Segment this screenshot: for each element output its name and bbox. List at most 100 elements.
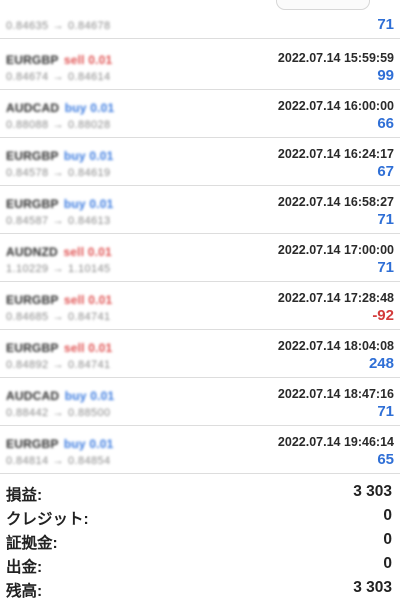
close-price: 0.88028	[67, 119, 111, 131]
trade-date: 2022.07.14 16:58:27	[277, 195, 394, 209]
trade-prices: 0.88088 → 0.88028	[6, 119, 111, 131]
trade-pair: AUDNZD	[6, 245, 58, 259]
open-price: 0.88442	[6, 407, 49, 419]
trade-row[interactable]: EURGBP sell 0.01 0.84892 → 0.84741 2022.07.1…	[0, 331, 400, 378]
close-price: 0.88500	[67, 407, 111, 419]
trade-pair: EURGBP	[6, 197, 59, 211]
trade-profit: 66	[377, 115, 394, 132]
open-price: 0.84635	[6, 20, 49, 32]
trade-row[interactable]: AUDCAD buy 0.01 0.88442 → 0.88500 2022.07.14…	[0, 379, 400, 426]
trade-row[interactable]: AUDNZD sell 0.01 1.10229 → 1.10145 2022.07.1…	[0, 235, 400, 282]
arrow-icon: →	[52, 359, 64, 371]
trade-row[interactable]: EURGBP sell 0.01 0.84685 → 0.84741 2022.07.1…	[0, 283, 400, 330]
trade-prices: 0.84814 → 0.84854	[6, 455, 111, 467]
trade-symbol: AUDCAD buy 0.01	[6, 389, 114, 403]
arrow-icon: →	[52, 119, 64, 131]
arrow-icon: →	[52, 20, 64, 32]
trade-symbol: EURGBP sell 0.01	[6, 341, 112, 355]
trade-row[interactable]: AUDCAD buy 0.01 0.88088 → 0.88028 2022.07.14…	[0, 91, 400, 138]
close-price: 0.84614	[67, 71, 111, 83]
trade-type: sell 0.01	[63, 245, 112, 259]
withdraw-value: 0	[383, 555, 392, 572]
summary-row-balance: 残高: 3 303	[0, 576, 400, 600]
trade-type: sell 0.01	[63, 53, 113, 67]
close-price: 0.84741	[67, 311, 111, 323]
trade-profit: 71	[377, 16, 394, 33]
summary-row-margin: 証拠金: 0	[0, 528, 400, 552]
trade-pair: EURGBP	[6, 293, 59, 307]
trade-date: 2022.07.14 17:28:48	[277, 291, 394, 305]
trade-row[interactable]: 0.84635 → 0.84678 71	[0, 0, 400, 39]
close-price: 0.84678	[67, 20, 111, 32]
withdraw-label: 出金:	[6, 559, 43, 576]
credit-label: クレジット:	[6, 511, 89, 528]
open-price: 0.84685	[6, 311, 49, 323]
close-price: 0.84613	[67, 215, 111, 227]
pnl-value: 3 303	[353, 483, 392, 500]
open-price: 0.88088	[6, 119, 49, 131]
close-price: 0.84741	[67, 359, 111, 371]
open-price: 0.84578	[6, 167, 49, 179]
trade-symbol: EURGBP sell 0.01	[6, 53, 112, 67]
arrow-icon: →	[52, 455, 64, 467]
trade-pair: EURGBP	[6, 341, 59, 355]
trade-row[interactable]: EURGBP buy 0.01 0.84578 → 0.84619 2022.07.14…	[0, 139, 400, 186]
trade-prices: 0.84578 → 0.84619	[6, 167, 111, 179]
open-price: 1.10229	[6, 263, 49, 275]
close-price: 0.84854	[67, 455, 111, 467]
trade-profit: 71	[377, 211, 394, 228]
trade-prices: 0.84587 → 0.84613	[6, 215, 111, 227]
trade-date: 2022.07.14 17:00:00	[277, 243, 394, 257]
trade-row[interactable]: EURGBP buy 0.01 0.84814 → 0.84854 2022.07.14…	[0, 427, 400, 474]
trade-type: sell 0.01	[63, 341, 113, 355]
trade-prices: 1.10229 → 1.10145	[6, 263, 111, 275]
trade-pair: EURGBP	[6, 149, 59, 163]
trade-prices: 0.84635 → 0.84678	[6, 20, 111, 32]
trade-profit: 65	[377, 451, 394, 468]
trade-type: sell 0.01	[63, 293, 113, 307]
arrow-icon: →	[52, 311, 64, 323]
trade-pair: AUDCAD	[6, 389, 60, 403]
trade-type: buy 0.01	[63, 437, 114, 451]
open-price: 0.84892	[6, 359, 49, 371]
open-price: 0.84587	[6, 215, 49, 227]
trade-symbol: EURGBP buy 0.01	[6, 149, 114, 163]
trade-symbol: AUDNZD sell 0.01	[6, 245, 112, 259]
arrow-icon: →	[52, 167, 64, 179]
trade-profit: -92	[372, 307, 394, 324]
summary-row-pnl: 損益: 3 303	[0, 480, 400, 504]
open-price: 0.84814	[6, 455, 49, 467]
trade-symbol: EURGBP buy 0.01	[6, 437, 114, 451]
close-price: 1.10145	[67, 263, 111, 275]
close-price: 0.84619	[67, 167, 111, 179]
trade-profit: 67	[377, 163, 394, 180]
trade-symbol: EURGBP buy 0.01	[6, 197, 114, 211]
credit-value: 0	[383, 507, 392, 524]
trade-pair: AUDCAD	[6, 101, 60, 115]
trade-pair: EURGBP	[6, 437, 59, 451]
trade-symbol: AUDCAD buy 0.01	[6, 101, 114, 115]
trade-prices: 0.84674 → 0.84614	[6, 71, 111, 83]
arrow-icon: →	[52, 71, 64, 83]
balance-label: 残高:	[6, 583, 43, 600]
summary-row-credit: クレジット: 0	[0, 504, 400, 528]
trade-date: 2022.07.14 16:00:00	[277, 99, 394, 113]
trade-profit: 71	[377, 259, 394, 276]
arrow-icon: →	[52, 263, 64, 275]
trade-date: 2022.07.14 16:24:17	[277, 147, 394, 161]
trade-row[interactable]: EURGBP sell 0.01 0.84674 → 0.84614 2022.07.1…	[0, 43, 400, 90]
arrow-icon: →	[52, 215, 64, 227]
margin-value: 0	[383, 531, 392, 548]
open-price: 0.84674	[6, 71, 49, 83]
trade-profit: 248	[368, 355, 394, 372]
trade-date: 2022.07.14 18:04:08	[277, 339, 394, 353]
trade-profit: 71	[377, 403, 394, 420]
trade-type: buy 0.01	[64, 101, 115, 115]
trade-pair: EURGBP	[6, 53, 59, 67]
trade-profit: 99	[377, 67, 394, 84]
trade-symbol: EURGBP sell 0.01	[6, 293, 112, 307]
trade-date: 2022.07.14 19:46:14	[277, 435, 394, 449]
trade-row[interactable]: EURGBP buy 0.01 0.84587 → 0.84613 2022.07.14…	[0, 187, 400, 234]
trade-type: buy 0.01	[63, 197, 114, 211]
arrow-icon: →	[52, 407, 64, 419]
